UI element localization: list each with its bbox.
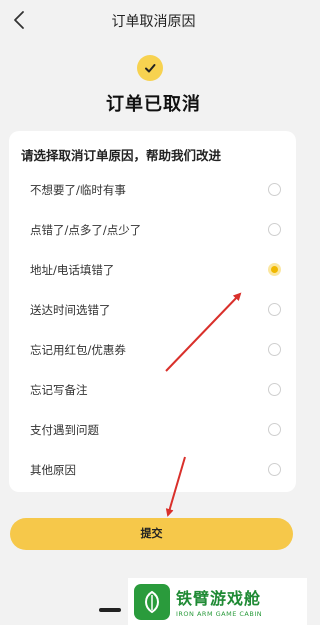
reason-radio[interactable] [268, 223, 281, 236]
reason-option-label: 忘记写备注 [30, 383, 88, 397]
reason-option-label: 支付遇到问题 [30, 423, 99, 437]
reason-option[interactable]: 支付遇到问题 [9, 411, 296, 451]
reason-option[interactable]: 点错了/点多了/点少了 [9, 211, 296, 251]
page-title: 订单取消原因 [111, 14, 196, 30]
reason-option[interactable]: 忘记用红包/优惠券 [9, 331, 296, 371]
reason-option[interactable]: 地址/电话填错了 [9, 251, 296, 291]
top-bar: 订单取消原因 [0, 0, 307, 42]
reason-radio[interactable] [268, 183, 281, 196]
reason-option-label: 其他原因 [30, 463, 76, 477]
reason-radio[interactable] [268, 423, 281, 436]
reason-radio[interactable] [268, 303, 281, 316]
reason-option[interactable]: 忘记写备注 [9, 371, 296, 411]
reason-option-label: 送达时间选错了 [30, 303, 111, 317]
reason-option-label: 地址/电话填错了 [30, 263, 115, 277]
reason-radio[interactable] [268, 343, 281, 356]
cancel-reason-card: 请选择取消订单原因，帮助我们改进 不想要了/临时有事 点错了/点多了/点少了 地… [9, 131, 296, 492]
check-circle-icon [137, 55, 163, 81]
order-status-title: 订单已取消 [106, 94, 201, 115]
reason-heading: 请选择取消订单原因，帮助我们改进 [21, 148, 222, 163]
leaf-logo-icon [134, 583, 170, 620]
reason-radio[interactable] [268, 463, 281, 476]
watermark: 铁臂游戏舱 IRON ARM GAME CABIN [128, 578, 307, 625]
home-indicator [99, 608, 121, 612]
submit-button[interactable]: 提交 [10, 518, 293, 550]
reason-option[interactable]: 送达时间选错了 [9, 291, 296, 331]
reason-option[interactable]: 其他原因 [9, 451, 296, 491]
reason-radio[interactable] [268, 383, 281, 396]
reason-option[interactable]: 不想要了/临时有事 [9, 171, 296, 211]
watermark-name: 铁臂游戏舱 [176, 589, 262, 608]
reason-option-label: 点错了/点多了/点少了 [30, 223, 142, 237]
watermark-subtitle: IRON ARM GAME CABIN [176, 610, 263, 618]
reason-radio-selected[interactable] [268, 263, 281, 276]
reason-option-label: 忘记用红包/优惠券 [30, 343, 126, 357]
reason-option-label: 不想要了/临时有事 [30, 183, 126, 197]
